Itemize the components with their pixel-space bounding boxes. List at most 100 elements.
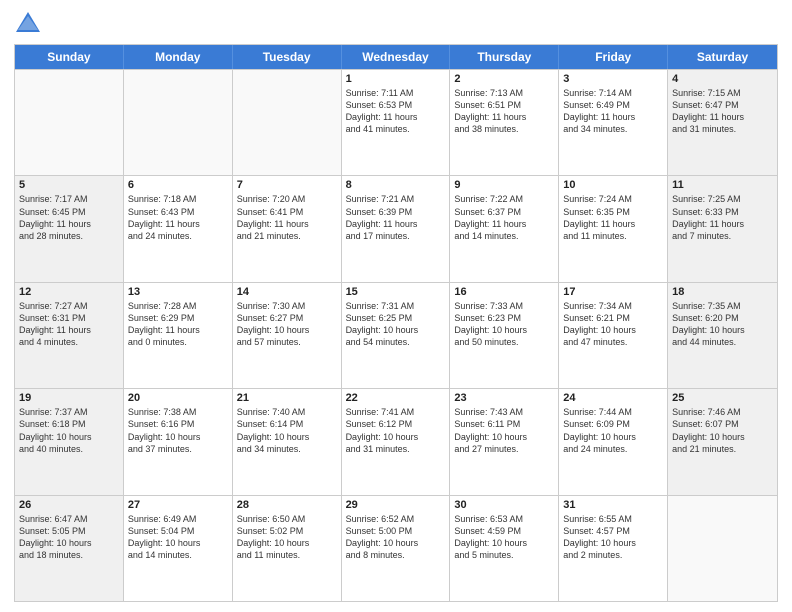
day-number: 13 <box>128 286 228 298</box>
cell-info: Sunrise: 7:25 AM Sunset: 6:33 PM Dayligh… <box>672 193 773 242</box>
calendar-cell: 19 Sunrise: 7:37 AM Sunset: 6:18 PM Dayli… <box>15 389 124 494</box>
calendar-cell: 11 Sunrise: 7:25 AM Sunset: 6:33 PM Dayli… <box>668 176 777 281</box>
calendar-cell: 29Sunrise: 6:52 AM Sunset: 5:00 PM Dayli… <box>342 496 451 601</box>
calendar: SundayMondayTuesdayWednesdayThursdayFrid… <box>14 44 778 602</box>
day-number: 17 <box>563 286 663 298</box>
calendar-row: 12 Sunrise: 7:27 AM Sunset: 6:31 PM Dayli… <box>15 282 777 388</box>
cell-info: Sunrise: 7:38 AM Sunset: 6:16 PM Dayligh… <box>128 406 228 455</box>
calendar-cell: 2Sunrise: 7:13 AM Sunset: 6:51 PM Daylig… <box>450 70 559 175</box>
cell-info: Sunrise: 7:34 AM Sunset: 6:21 PM Dayligh… <box>563 300 663 349</box>
cell-info: Sunrise: 7:43 AM Sunset: 6:11 PM Dayligh… <box>454 406 554 455</box>
calendar-cell: 3Sunrise: 7:14 AM Sunset: 6:49 PM Daylig… <box>559 70 668 175</box>
calendar-cell: 8 Sunrise: 7:21 AM Sunset: 6:39 PM Daylig… <box>342 176 451 281</box>
calendar-cell <box>124 70 233 175</box>
calendar-cell: 16 Sunrise: 7:33 AM Sunset: 6:23 PM Dayli… <box>450 283 559 388</box>
weekday-header: Friday <box>559 45 668 69</box>
cell-info: Sunrise: 7:15 AM Sunset: 6:47 PM Dayligh… <box>672 87 773 136</box>
calendar-cell: 23 Sunrise: 7:43 AM Sunset: 6:11 PM Dayli… <box>450 389 559 494</box>
calendar-cell: 22 Sunrise: 7:41 AM Sunset: 6:12 PM Dayli… <box>342 389 451 494</box>
day-number: 20 <box>128 392 228 404</box>
calendar-cell: 12 Sunrise: 7:27 AM Sunset: 6:31 PM Dayli… <box>15 283 124 388</box>
day-number: 8 <box>346 179 446 191</box>
weekday-header: Wednesday <box>342 45 451 69</box>
calendar-cell: 7 Sunrise: 7:20 AM Sunset: 6:41 PM Daylig… <box>233 176 342 281</box>
day-number: 9 <box>454 179 554 191</box>
calendar-cell: 27 Sunrise: 6:49 AM Sunset: 5:04 PM Dayli… <box>124 496 233 601</box>
day-number: 4 <box>672 73 773 85</box>
page: SundayMondayTuesdayWednesdayThursdayFrid… <box>0 0 792 612</box>
header <box>14 10 778 38</box>
calendar-cell: 20 Sunrise: 7:38 AM Sunset: 6:16 PM Dayli… <box>124 389 233 494</box>
cell-info: Sunrise: 7:30 AM Sunset: 6:27 PM Dayligh… <box>237 300 337 349</box>
cell-info: Sunrise: 6:49 AM Sunset: 5:04 PM Dayligh… <box>128 513 228 562</box>
weekday-header: Sunday <box>15 45 124 69</box>
cell-info: Sunrise: 7:14 AM Sunset: 6:49 PM Dayligh… <box>563 87 663 136</box>
day-number: 23 <box>454 392 554 404</box>
calendar-cell: 5Sunrise: 7:17 AM Sunset: 6:45 PM Daylig… <box>15 176 124 281</box>
cell-info: Sunrise: 7:28 AM Sunset: 6:29 PM Dayligh… <box>128 300 228 349</box>
day-number: 30 <box>454 499 554 511</box>
day-number: 19 <box>19 392 119 404</box>
calendar-cell: 15Sunrise: 7:31 AM Sunset: 6:25 PM Dayli… <box>342 283 451 388</box>
calendar-cell: 6Sunrise: 7:18 AM Sunset: 6:43 PM Daylig… <box>124 176 233 281</box>
cell-info: Sunrise: 7:31 AM Sunset: 6:25 PM Dayligh… <box>346 300 446 349</box>
day-number: 14 <box>237 286 337 298</box>
weekday-header: Saturday <box>668 45 777 69</box>
calendar-cell: 21 Sunrise: 7:40 AM Sunset: 6:14 PM Dayli… <box>233 389 342 494</box>
day-number: 28 <box>237 499 337 511</box>
day-number: 1 <box>346 73 446 85</box>
cell-info: Sunrise: 7:22 AM Sunset: 6:37 PM Dayligh… <box>454 193 554 242</box>
cell-info: Sunrise: 7:37 AM Sunset: 6:18 PM Dayligh… <box>19 406 119 455</box>
day-number: 22 <box>346 392 446 404</box>
day-number: 27 <box>128 499 228 511</box>
calendar-cell: 26Sunrise: 6:47 AM Sunset: 5:05 PM Dayli… <box>15 496 124 601</box>
calendar-cell <box>15 70 124 175</box>
cell-info: Sunrise: 6:50 AM Sunset: 5:02 PM Dayligh… <box>237 513 337 562</box>
calendar-cell: 4 Sunrise: 7:15 AM Sunset: 6:47 PM Daylig… <box>668 70 777 175</box>
day-number: 21 <box>237 392 337 404</box>
calendar-cell <box>668 496 777 601</box>
day-number: 31 <box>563 499 663 511</box>
calendar-cell: 13 Sunrise: 7:28 AM Sunset: 6:29 PM Dayli… <box>124 283 233 388</box>
cell-info: Sunrise: 7:40 AM Sunset: 6:14 PM Dayligh… <box>237 406 337 455</box>
calendar-row: 1 Sunrise: 7:11 AM Sunset: 6:53 PM Daylig… <box>15 69 777 175</box>
calendar-cell: 25Sunrise: 7:46 AM Sunset: 6:07 PM Dayli… <box>668 389 777 494</box>
calendar-body: 1 Sunrise: 7:11 AM Sunset: 6:53 PM Daylig… <box>15 69 777 601</box>
cell-info: Sunrise: 7:11 AM Sunset: 6:53 PM Dayligh… <box>346 87 446 136</box>
calendar-cell: 30 Sunrise: 6:53 AM Sunset: 4:59 PM Dayli… <box>450 496 559 601</box>
cell-info: Sunrise: 7:41 AM Sunset: 6:12 PM Dayligh… <box>346 406 446 455</box>
cell-info: Sunrise: 7:27 AM Sunset: 6:31 PM Dayligh… <box>19 300 119 349</box>
calendar-cell: 18Sunrise: 7:35 AM Sunset: 6:20 PM Dayli… <box>668 283 777 388</box>
cell-info: Sunrise: 7:44 AM Sunset: 6:09 PM Dayligh… <box>563 406 663 455</box>
calendar-row: 5Sunrise: 7:17 AM Sunset: 6:45 PM Daylig… <box>15 175 777 281</box>
calendar-row: 19 Sunrise: 7:37 AM Sunset: 6:18 PM Dayli… <box>15 388 777 494</box>
calendar-cell: 28 Sunrise: 6:50 AM Sunset: 5:02 PM Dayli… <box>233 496 342 601</box>
day-number: 16 <box>454 286 554 298</box>
day-number: 2 <box>454 73 554 85</box>
calendar-cell: 31 Sunrise: 6:55 AM Sunset: 4:57 PM Dayli… <box>559 496 668 601</box>
cell-info: Sunrise: 6:55 AM Sunset: 4:57 PM Dayligh… <box>563 513 663 562</box>
calendar-cell: 17 Sunrise: 7:34 AM Sunset: 6:21 PM Dayli… <box>559 283 668 388</box>
cell-info: Sunrise: 7:21 AM Sunset: 6:39 PM Dayligh… <box>346 193 446 242</box>
day-number: 11 <box>672 179 773 191</box>
day-number: 25 <box>672 392 773 404</box>
day-number: 12 <box>19 286 119 298</box>
cell-info: Sunrise: 7:20 AM Sunset: 6:41 PM Dayligh… <box>237 193 337 242</box>
cell-info: Sunrise: 7:18 AM Sunset: 6:43 PM Dayligh… <box>128 193 228 242</box>
calendar-cell: 1 Sunrise: 7:11 AM Sunset: 6:53 PM Daylig… <box>342 70 451 175</box>
cell-info: Sunrise: 6:53 AM Sunset: 4:59 PM Dayligh… <box>454 513 554 562</box>
calendar-cell <box>233 70 342 175</box>
logo <box>14 10 46 38</box>
day-number: 24 <box>563 392 663 404</box>
cell-info: Sunrise: 7:35 AM Sunset: 6:20 PM Dayligh… <box>672 300 773 349</box>
day-number: 5 <box>19 179 119 191</box>
weekday-header: Tuesday <box>233 45 342 69</box>
calendar-cell: 10Sunrise: 7:24 AM Sunset: 6:35 PM Dayli… <box>559 176 668 281</box>
weekday-header: Monday <box>124 45 233 69</box>
day-number: 7 <box>237 179 337 191</box>
calendar-cell: 14 Sunrise: 7:30 AM Sunset: 6:27 PM Dayli… <box>233 283 342 388</box>
cell-info: Sunrise: 7:33 AM Sunset: 6:23 PM Dayligh… <box>454 300 554 349</box>
calendar-cell: 9 Sunrise: 7:22 AM Sunset: 6:37 PM Daylig… <box>450 176 559 281</box>
calendar-cell: 24 Sunrise: 7:44 AM Sunset: 6:09 PM Dayli… <box>559 389 668 494</box>
calendar-row: 26Sunrise: 6:47 AM Sunset: 5:05 PM Dayli… <box>15 495 777 601</box>
